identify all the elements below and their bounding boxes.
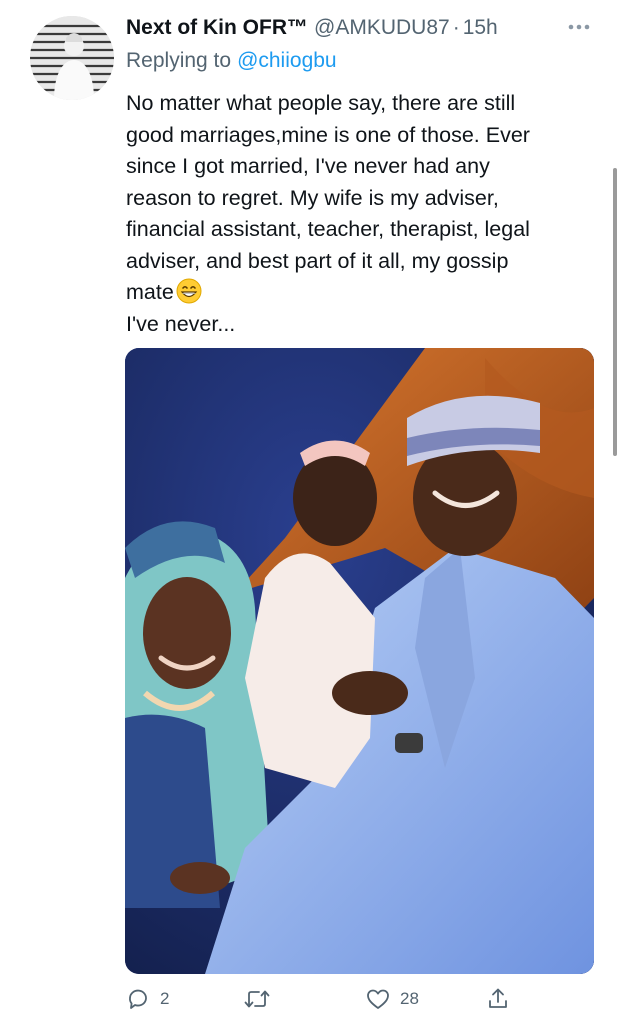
- tweet[interactable]: Next of Kin OFR™ @AMKUDU87 · 15h Replyin…: [0, 0, 624, 1024]
- tweet-text: No matter what people say, there are sti…: [126, 88, 596, 340]
- tweet-text-fragment: mate: [126, 280, 174, 304]
- tweet-text-line: financial assistant, teacher, therapist,…: [126, 217, 530, 241]
- tweet-text-line: since I got married, I've never had any: [126, 154, 490, 178]
- share-button[interactable]: [486, 984, 520, 1014]
- tweet-actions: 2 28: [126, 984, 526, 1014]
- reply-prefix: Replying to: [126, 49, 232, 72]
- more-options-icon[interactable]: [566, 16, 592, 38]
- user-handle[interactable]: @AMKUDU87: [314, 16, 450, 40]
- retweet-button[interactable]: [244, 984, 280, 1014]
- avatar[interactable]: [30, 16, 114, 100]
- tweet-text-line-with-emoji: mate: [126, 277, 596, 309]
- replying-to: Replying to @chiiogbu: [126, 46, 566, 76]
- tweet-text-line: I've never...: [126, 311, 236, 336]
- reply-button[interactable]: 2: [126, 984, 169, 1014]
- share-icon: [486, 987, 510, 1011]
- like-button[interactable]: 28: [366, 984, 419, 1014]
- tweet-photo[interactable]: [125, 348, 594, 974]
- like-count: 28: [400, 989, 419, 1008]
- reply-mention-link[interactable]: @chiiogbu: [237, 49, 337, 73]
- separator-dot: ·: [452, 16, 460, 39]
- heart-icon: [366, 988, 390, 1010]
- reply-icon: [126, 987, 150, 1011]
- tweet-text-line: No matter what people say, there are sti…: [126, 91, 516, 115]
- tweet-text-line: adviser, and best part of it all, my gos…: [126, 248, 509, 273]
- retweet-icon: [244, 987, 270, 1011]
- grinning-face-with-smiling-eyes-icon: [176, 278, 202, 304]
- tweet-text-line: reason to regret. My wife is my adviser,: [126, 185, 499, 210]
- scrollbar[interactable]: [613, 168, 617, 456]
- tweet-text-line: good marriages,mine is one of those. Eve…: [126, 122, 530, 147]
- timestamp[interactable]: 15h: [463, 16, 498, 40]
- display-name[interactable]: Next of Kin OFR™: [126, 16, 308, 40]
- reply-count: 2: [160, 989, 170, 1008]
- tweet-header: Next of Kin OFR™ @AMKUDU87 · 15h: [126, 12, 566, 44]
